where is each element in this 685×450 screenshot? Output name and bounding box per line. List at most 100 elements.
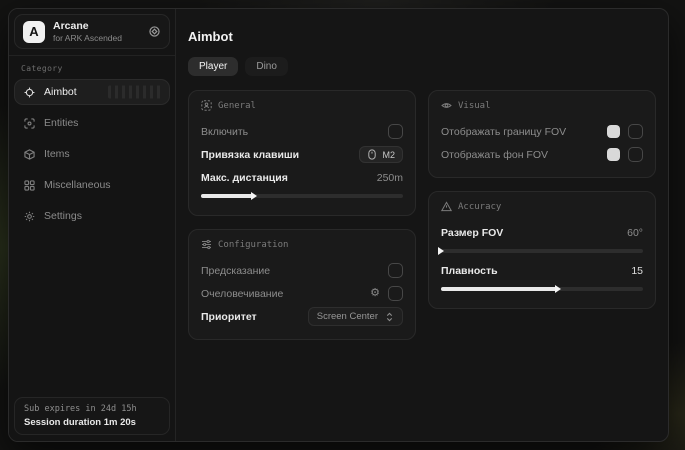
eye-icon [441,100,452,111]
enable-checkbox[interactable] [388,124,403,139]
fov-border-row: Отображать границу FOV [441,120,643,143]
sidebar-item-label: Items [44,148,70,160]
fov-size-label: Размер FOV [441,227,503,239]
max-distance-value: 250m [377,172,403,184]
max-distance-slider[interactable] [201,194,403,198]
sidebar-item-settings[interactable]: Settings [14,203,170,229]
brand-text: Arcane for ARK Ascended [53,20,122,43]
smoothness-value: 15 [631,265,643,277]
triangle-icon [441,201,452,212]
smoothness-row: Плавность 15 [441,259,643,282]
app-window: A Arcane for ARK Ascended Category [8,8,669,442]
tab-dino[interactable]: Dino [245,57,288,76]
max-distance-label: Макс. дистанция [201,172,288,184]
sidebar: A Arcane for ARK Ascended Category [9,9,176,441]
smoothness-label: Плавность [441,265,498,277]
card-title: General [218,101,256,111]
prediction-label: Предсказание [201,265,270,277]
sidebar-divider [9,55,175,56]
slider-fill [201,194,254,198]
fov-size-slider[interactable] [441,249,643,253]
brand-logo: A [23,21,45,43]
page-title: Aimbot [188,29,656,44]
smoothness-slider[interactable] [441,287,643,291]
color-swatch[interactable] [607,148,620,161]
gear-icon[interactable] [148,25,161,38]
sidebar-item-label: Aimbot [44,86,77,98]
fov-border-checkbox[interactable] [628,124,643,139]
humanize-row: Очеловечивание ⚙ [201,282,403,305]
right-column: Visual Отображать границу FOV Отображать… [428,90,656,309]
main-content: Aimbot Player Dino General [176,9,668,441]
humanize-checkbox[interactable] [388,286,403,301]
gear-icon [24,211,35,222]
user-frame-icon [201,100,212,111]
enable-label: Включить [201,126,248,138]
brand-card: A Arcane for ARK Ascended [14,14,170,49]
active-item-watermark [108,86,162,99]
fov-size-row: Размер FOV 60° [441,221,643,244]
general-card-header: General [201,100,403,111]
slider-thumb[interactable] [555,285,561,293]
gear-icon[interactable]: ⚙ [370,288,380,299]
fov-border-controls [607,124,643,139]
visual-card: Visual Отображать границу FOV Отображать… [428,90,656,178]
color-swatch[interactable] [607,125,620,138]
keybind-value: M2 [382,150,395,160]
priority-label: Приоритет [201,311,257,323]
general-card: General Включить Привязка клавиши [188,90,416,216]
fov-border-label: Отображать границу FOV [441,126,566,138]
card-title: Visual [458,101,491,111]
category-label: Category [21,64,163,73]
fov-bg-label: Отображать фон FOV [441,149,548,161]
humanize-controls: ⚙ [370,286,403,301]
accuracy-card-header: Accuracy [441,201,643,212]
card-title: Accuracy [458,202,501,212]
slider-thumb[interactable] [438,247,444,255]
enable-row: Включить [201,120,403,143]
sidebar-item-items[interactable]: Items [14,141,170,167]
brand-subtitle: for ARK Ascended [53,33,122,43]
sidebar-item-label: Miscellaneous [44,179,111,191]
keybind-button[interactable]: M2 [359,146,403,163]
card-columns: General Включить Привязка клавиши [188,90,656,340]
radar-scan-icon [24,118,35,129]
fov-bg-row: Отображать фон FOV [441,143,643,166]
priority-value: Screen Center [317,311,378,322]
sidebar-item-label: Settings [44,210,82,222]
configuration-card-header: Configuration [201,239,403,250]
priority-row: Приоритет Screen Center [201,305,403,328]
sub-expires-text: Sub expires in 24d 15h [24,404,160,414]
humanize-label: Очеловечивание [201,288,283,300]
sidebar-item-miscellaneous[interactable]: Miscellaneous [14,172,170,198]
sidebar-item-aimbot[interactable]: Aimbot [14,79,170,105]
left-column: General Включить Привязка клавиши [188,90,416,340]
tab-bar: Player Dino [188,57,656,76]
chevron-up-down-icon [385,312,394,322]
sidebar-item-entities[interactable]: Entities [14,110,170,136]
tab-player[interactable]: Player [188,57,238,76]
tune-sliders-icon [201,239,212,250]
package-box-icon [24,149,35,160]
configuration-card: Configuration Предсказание Очеловечивани… [188,229,416,340]
session-duration-text: Session duration 1m 20s [24,417,160,428]
prediction-row: Предсказание [201,259,403,282]
fov-bg-checkbox[interactable] [628,147,643,162]
grid-apps-icon [24,180,35,191]
max-distance-row: Макс. дистанция 250m [201,166,403,189]
fov-size-value: 60° [627,227,643,239]
mouse-icon [367,149,377,160]
crosshair-icon [24,87,35,98]
visual-card-header: Visual [441,100,643,111]
slider-fill [441,287,558,291]
prediction-checkbox[interactable] [388,263,403,278]
subscription-info-card: Sub expires in 24d 15h Session duration … [14,397,170,435]
accuracy-card: Accuracy Размер FOV 60° Плавность 15 [428,191,656,309]
brand-name: Arcane [53,20,122,32]
priority-dropdown[interactable]: Screen Center [308,307,403,326]
fov-bg-controls [607,147,643,162]
sidebar-item-label: Entities [44,117,78,129]
card-title: Configuration [218,240,288,250]
slider-thumb[interactable] [251,192,257,200]
keybind-label: Привязка клавиши [201,149,299,161]
